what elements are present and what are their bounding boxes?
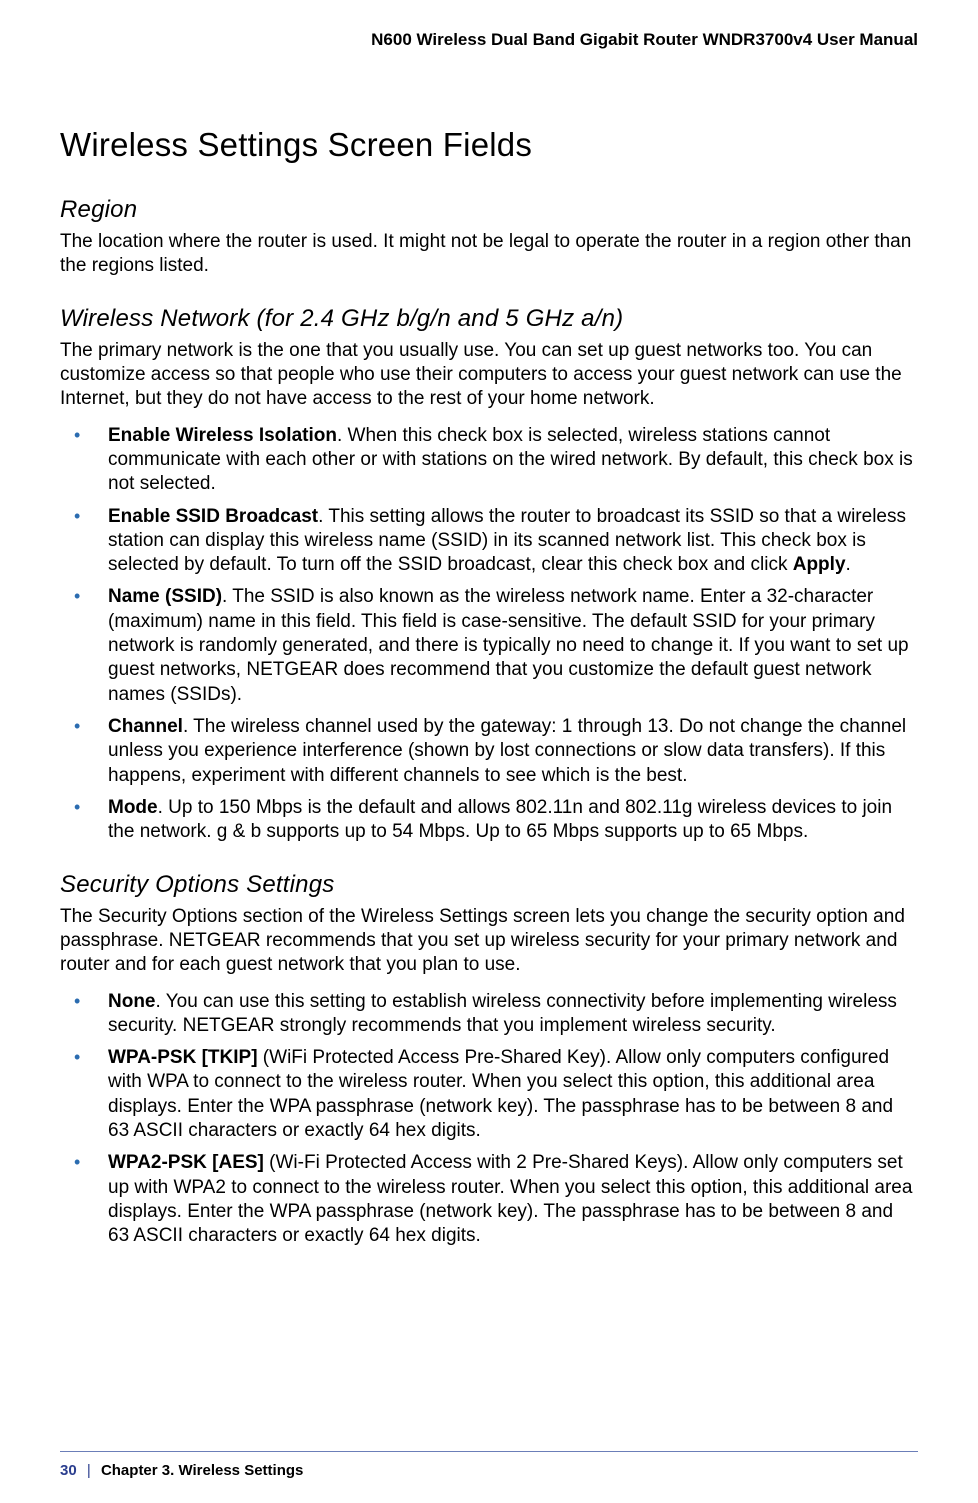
section-region-body: The location where the router is used. I… [60,230,918,279]
footer-line: 30 | Chapter 3. Wireless Settings [60,1462,918,1479]
list-item: Channel. The wireless channel used by th… [60,715,918,788]
page-content: N600 Wireless Dual Band Gigabit Router W… [0,0,978,1249]
section-security-intro: The Security Options section of the Wire… [60,905,918,978]
desc: . The wireless channel used by the gatew… [108,716,906,786]
page-number: 30 [60,1462,77,1479]
page-title: Wireless Settings Screen Fields [60,126,918,164]
desc-post: . [846,554,851,575]
list-item: WPA-PSK [TKIP] (WiFi Protected Access Pr… [60,1046,918,1143]
list-item: WPA2-PSK [AES] (Wi-Fi Protected Access w… [60,1151,918,1248]
list-item: Mode. Up to 150 Mbps is the default and … [60,796,918,845]
term: Mode [108,797,158,818]
desc: . The SSID is also known as the wireless… [108,586,909,704]
desc: . You can use this setting to establish … [108,991,897,1036]
wireless-items-list: Enable Wireless Isolation. When this che… [60,424,918,845]
list-item: None. You can use this setting to establ… [60,990,918,1039]
section-region-heading: Region [60,196,918,224]
section-security-heading: Security Options Settings [60,871,918,899]
list-item: Enable SSID Broadcast. This setting allo… [60,505,918,578]
term: Enable SSID Broadcast [108,506,318,527]
footer-rule [60,1451,918,1452]
term: WPA-PSK [TKIP] [108,1047,258,1068]
term: WPA2-PSK [AES] [108,1152,264,1173]
list-item: Enable Wireless Isolation. When this che… [60,424,918,497]
desc: . Up to 150 Mbps is the default and allo… [108,797,892,842]
apply-word: Apply [793,554,846,575]
section-wireless-heading: Wireless Network (for 2.4 GHz b/g/n and … [60,305,918,333]
term: None [108,991,156,1012]
list-item: Name (SSID). The SSID is also known as t… [60,585,918,707]
term: Name (SSID) [108,586,222,607]
term: Channel [108,716,183,737]
footer-separator: | [87,1462,91,1479]
header-title: N600 Wireless Dual Band Gigabit Router W… [60,30,918,56]
chapter-label: Chapter 3. Wireless Settings [101,1462,303,1479]
section-wireless-intro: The primary network is the one that you … [60,339,918,412]
page-footer: 30 | Chapter 3. Wireless Settings [0,1451,978,1479]
term: Enable Wireless Isolation [108,425,337,446]
security-items-list: None. You can use this setting to establ… [60,990,918,1249]
